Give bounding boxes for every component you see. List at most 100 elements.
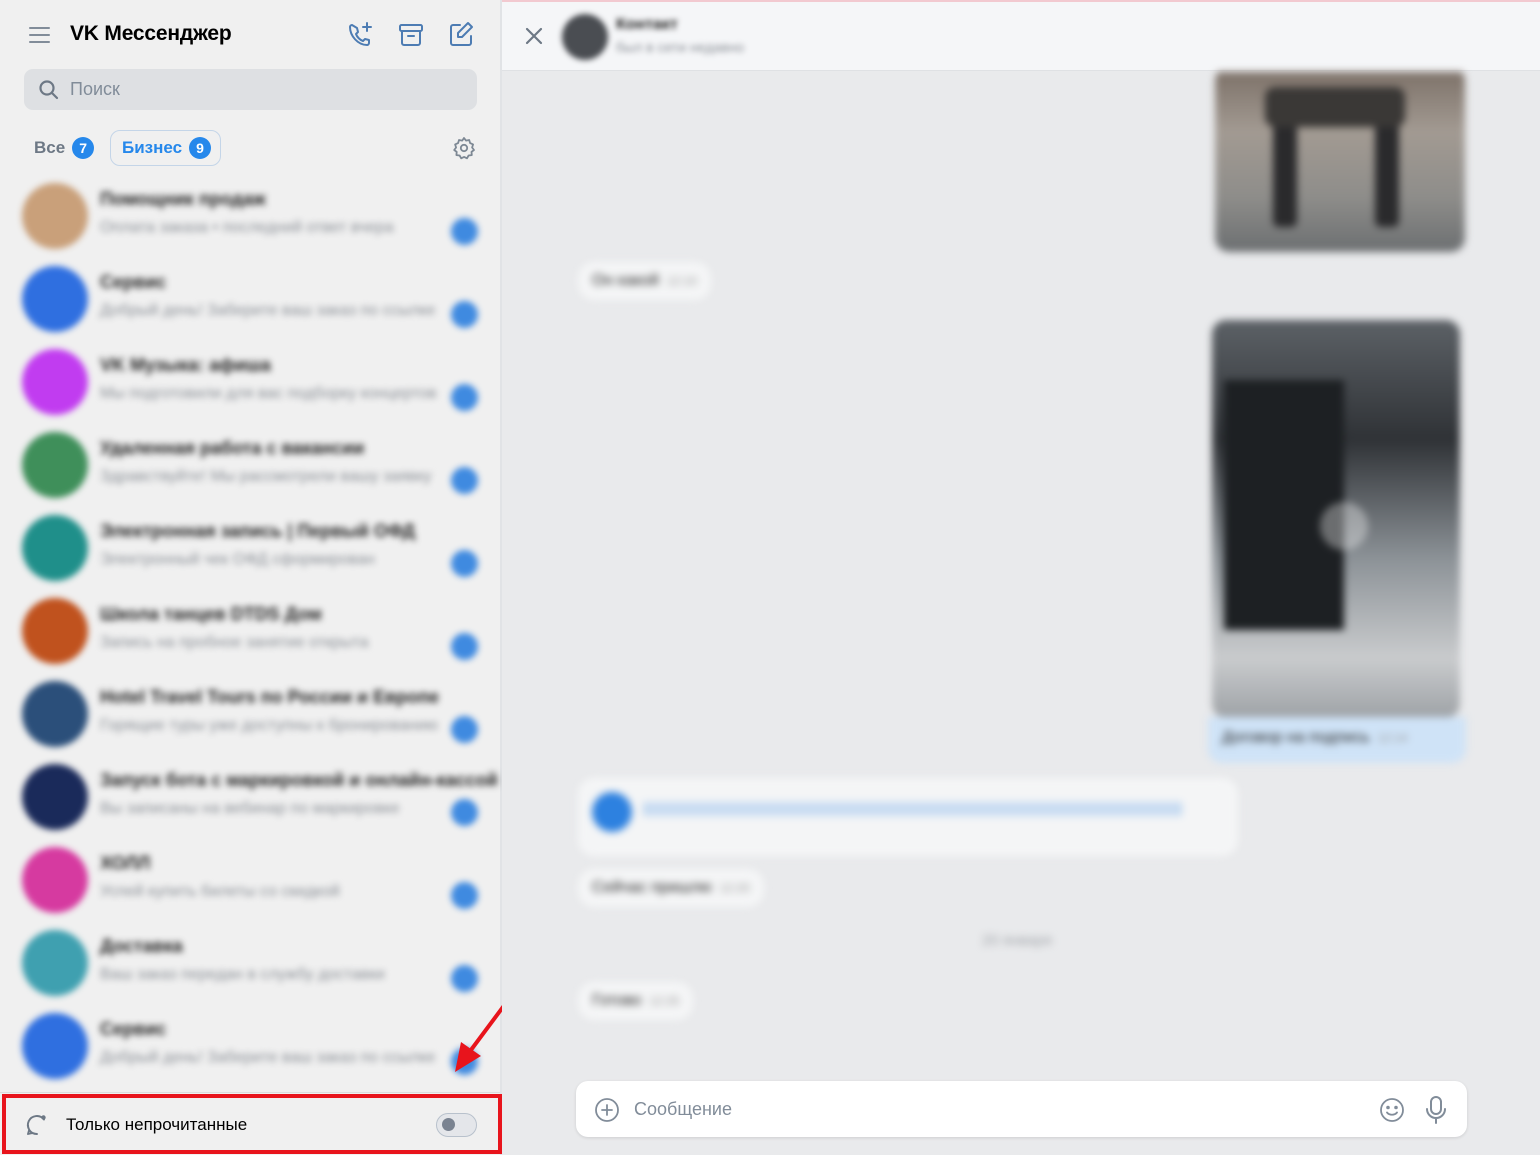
message-composer [576,1081,1467,1137]
filter-all-count: 7 [72,137,95,159]
unread-indicator [451,716,478,743]
archive-icon[interactable] [396,20,426,50]
chat-list-item[interactable]: Электронная запись | Первый ОФД Электронн… [0,510,500,593]
emoji-icon[interactable] [1378,1096,1406,1124]
unread-only-toggle[interactable] [436,1113,477,1137]
gear-icon[interactable] [450,134,478,162]
unread-indicator [451,882,478,909]
chat-list-item[interactable]: VK Музыка: афиша Мы подготовили для вас п… [0,344,500,427]
message-history: Он какой 12:10 Договор на подпись 12:14 Се… [502,72,1540,1072]
chat-name: Удаленная работа с вакансии [100,438,365,458]
phone-add-icon[interactable] [346,20,376,50]
message-bubble[interactable]: Договор на подпись 12:14 [1214,721,1416,755]
chat-preview: Успей купить билеты со скидкой [100,883,340,900]
toggle-knob [442,1118,455,1131]
chat-preview: Добрый день! Заберите ваш заказ по ссылк… [100,302,436,319]
close-icon[interactable] [522,24,546,48]
unread-only-label: Только непрочитанные [66,1115,248,1134]
chat-preview: Ваш заказ передан в службу доставки [100,966,385,983]
chat-preview: Добрый день! Заберите ваш заказ по ссылк… [100,1049,436,1066]
chat-avatar [22,764,88,830]
chat-name: VK Музыка: афиша [100,355,271,375]
chat-preview: Мы подготовили для вас подборку концерто… [100,385,437,402]
filter-business-count: 9 [189,137,212,159]
unread-only-bar: Только непрочитанные [0,1092,500,1155]
message-time: 12:14 [1377,731,1408,745]
chat-avatar [22,930,88,996]
search-field[interactable] [24,69,477,110]
message-text: Договор на подпись [1222,729,1370,746]
chat-name: Школа танцев DTDS Дом [100,604,322,624]
unread-indicator [451,799,478,826]
chat-name: Запуск бота с маркировкой и онлайн-кассо… [100,770,498,790]
chat-list-item[interactable]: Hotel Travel Tours по России и Европе Гор… [0,676,500,759]
peer-status: был в сети недавно [616,39,745,55]
video-attachment[interactable] [1212,320,1460,718]
message-text: Он какой [592,272,659,289]
chat-avatar [22,349,88,415]
chat-sidebar: VK Мессенджер Все 7 Бизнес 9 [0,0,502,1155]
chat-name: Доставка [100,936,183,956]
chat-avatar [22,432,88,498]
voice-message[interactable] [578,778,1238,856]
filter-business-label: Бизнес [122,138,183,157]
chat-preview: Электронный чек ОФД сформирован [100,551,375,568]
search-input[interactable] [70,69,470,110]
chat-avatar [22,847,88,913]
chat-name: Электронная запись | Первый ОФД [100,521,416,541]
chat-preview: Здравствуйте! Мы рассмотрели вашу заявку [100,468,432,485]
message-bubble[interactable]: Он какой 12:10 [578,262,712,300]
unread-indicator [451,1048,478,1075]
conversation-header: Контакт был в сети недавно [502,0,1540,71]
play-icon[interactable] [592,792,632,832]
chat-list-item[interactable]: ХОЛЛ Успей купить билеты со скидкой [0,842,500,925]
chat-list: Помощник продаж Оплата заказа • последний… [0,178,500,1090]
search-icon [39,80,59,100]
chat-name: Сервис [100,272,167,292]
chat-list-item[interactable]: Школа танцев DTDS Дом Запись на пробное з… [0,593,500,676]
chat-preview: Горящие туры уже доступны к бронированию [100,717,438,734]
filter-all-label: Все [34,138,66,157]
chat-list-item[interactable]: Сервис Добрый день! Заберите ваш заказ по… [0,261,500,344]
filter-business[interactable]: Бизнес 9 [110,130,222,166]
chat-avatar [22,598,88,664]
chat-name: Hotel Travel Tours по России и Европе [100,687,440,707]
chat-list-item[interactable]: Запуск бота с маркировкой и онлайн-кассо… [0,759,500,842]
date-separator: 20 января [982,932,1052,949]
chat-avatar [22,1013,88,1079]
chat-preview: Запись на пробное занятие открыта [100,634,369,651]
conversation-pane: Контакт был в сети недавно Он какой 12:10… [502,0,1540,1155]
filter-all[interactable]: Все 7 [28,130,100,166]
chat-name: ХОЛЛ [100,853,151,873]
chat-preview: Вы записаны на вебинар по маркировке [100,800,400,817]
attach-plus-icon[interactable] [594,1097,620,1123]
chat-preview: Оплата заказа • последний ответ вчера [100,219,394,236]
waveform [644,802,1184,816]
message-text: Сейчас пришлю [592,879,712,896]
message-bubble[interactable]: Сейчас пришлю 12:20 [578,869,764,907]
microphone-icon[interactable] [1424,1095,1448,1125]
unread-indicator [451,633,478,660]
chat-list-item[interactable]: Помощник продаж Оплата заказа • последний… [0,178,500,261]
chat-avatar [22,266,88,332]
chat-list-item[interactable]: Удаленная работа с вакансии Здравствуйте!… [0,427,500,510]
unread-indicator [451,467,478,494]
compose-icon[interactable] [446,20,476,50]
message-time: 12:10 [667,274,698,288]
message-text: Готово [592,992,642,1009]
peer-name: Контакт [616,16,678,33]
unread-indicator [451,550,478,577]
play-icon[interactable] [1320,502,1368,550]
hamburger-icon[interactable] [26,22,54,48]
chat-name: Сервис [100,1019,167,1039]
message-input[interactable] [634,1081,1354,1137]
unread-indicator [451,965,478,992]
chat-list-item[interactable]: Доставка Ваш заказ передан в службу доста… [0,925,500,1008]
chat-bubble-icon [26,1115,46,1135]
photo-attachment[interactable] [1215,72,1465,252]
chat-avatar [22,681,88,747]
unread-indicator [451,301,478,328]
message-bubble[interactable]: Готово 12:25 [578,982,694,1020]
peer-info[interactable]: Контакт был в сети недавно [562,12,822,62]
chat-list-item[interactable]: Сервис Добрый день! Заберите ваш заказ по… [0,1008,500,1090]
